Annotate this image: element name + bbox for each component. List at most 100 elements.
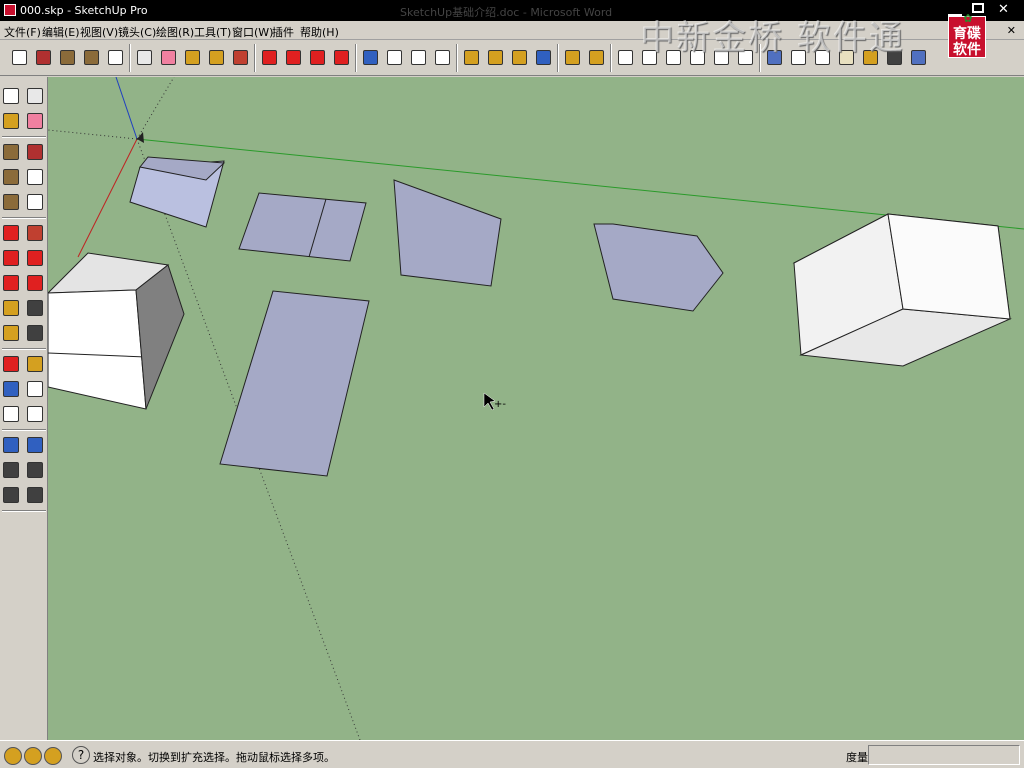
get-models-button[interactable] [484,45,507,70]
left-arc-button[interactable] [24,166,46,188]
left-zoom-button[interactable] [0,403,22,425]
move-button[interactable] [258,45,281,70]
left-section-plane-button[interactable] [24,484,46,506]
circle-icon [84,50,99,65]
left-rectangle-button[interactable] [0,141,22,163]
menu-edit[interactable]: 编辑(E) [42,24,80,40]
paint-bucket-button[interactable] [205,45,228,70]
rectangle-icon [3,144,19,160]
iso-view-button[interactable] [614,45,637,70]
drawing-viewport[interactable]: +- [48,77,1024,740]
pencil-icon [36,50,51,65]
left-offset-button[interactable] [24,272,46,294]
select-icon [12,50,27,65]
axes-origin-marker [137,132,144,143]
eraser-button[interactable] [157,45,180,70]
left-circle-button[interactable] [0,166,22,188]
geo-location-icon[interactable] [4,747,22,765]
freehand-icon [27,194,43,210]
chevron-shape[interactable] [593,223,724,312]
cube-front-face[interactable] [48,289,147,410]
share-model-button[interactable] [508,45,531,70]
push-pull-icon [233,50,248,65]
right-box-front-face[interactable] [887,213,1011,320]
close-icon[interactable]: ✕ [998,2,1009,17]
left-polygon-button[interactable] [0,191,22,213]
select-button[interactable] [8,45,31,70]
push-pull-button[interactable] [229,45,252,70]
left-text-button[interactable] [24,322,46,344]
make-component-button[interactable] [133,45,156,70]
left-line-button[interactable] [24,141,46,163]
arc-button[interactable] [104,45,127,70]
pan-button[interactable] [383,45,406,70]
tape-measure-button[interactable] [181,45,204,70]
left-make-component-button[interactable] [24,85,46,107]
menu-window[interactable]: 窗口(W) [232,24,273,40]
paint-bucket-icon [209,50,224,65]
menu-file[interactable]: 文件(F) [4,24,41,40]
watermark-text: 中新金桥 软件通 [640,18,905,58]
menu-close-icon[interactable]: ✕ [1007,24,1016,37]
toolbar-separator [355,44,357,72]
circle-button[interactable] [80,45,103,70]
google-earth-button[interactable] [532,45,555,70]
help-icon[interactable]: ? [72,746,90,764]
credits-icon[interactable] [24,747,42,765]
text-icon [27,325,43,341]
zoom-button[interactable] [407,45,430,70]
scale-icon [3,275,19,291]
polygon-icon [3,194,19,210]
left-freehand-button[interactable] [24,191,46,213]
left-position-camera-button[interactable] [0,459,22,481]
leaf-icon: ✿ [963,12,973,25]
left-axes-button[interactable] [0,353,22,375]
left-pan-button[interactable] [24,378,46,400]
left-scale-button[interactable] [0,272,22,294]
left-dimension-button[interactable] [24,297,46,319]
menu-tools[interactable]: 工具(T) [194,24,231,40]
rectangle-button[interactable] [56,45,79,70]
left-walk-button[interactable] [0,484,22,506]
left-3d-text-button[interactable] [24,353,46,375]
left-eraser-button[interactable] [24,110,46,132]
position-camera-icon [3,462,19,478]
offset-button[interactable] [330,45,353,70]
orbit-button[interactable] [359,45,382,70]
long-rectangle[interactable] [219,290,370,477]
rectangle-split[interactable] [238,192,367,262]
menu-help[interactable]: 帮助(H) [300,24,339,40]
zoom-extents-button[interactable] [431,45,454,70]
left-follow-me-button[interactable] [24,247,46,269]
add-location-button[interactable] [460,45,483,70]
left-protractor-button[interactable] [0,322,22,344]
left-previous-view-button[interactable] [24,434,46,456]
left-orbit-button[interactable] [0,378,22,400]
share-model-icon [512,50,527,65]
left-zoom-window-button[interactable] [24,403,46,425]
share-component-button[interactable] [585,45,608,70]
left-paint-bucket-button[interactable] [0,110,22,132]
quadrilateral[interactable] [393,179,502,287]
menu-plugins[interactable]: 插件 [272,24,294,40]
left-zoom-extents-button[interactable] [0,434,22,456]
get-components-button[interactable] [561,45,584,70]
display-mode-button[interactable] [907,45,930,70]
measurements-input[interactable] [868,745,1020,765]
left-push-pull-button[interactable] [24,222,46,244]
left-select-button[interactable] [0,85,22,107]
left-tape-measure-button[interactable] [0,297,22,319]
left-rotate-button[interactable] [0,247,22,269]
menu-camera[interactable]: 镜头(C) [118,24,156,40]
left-toolbar [0,77,48,740]
follow-me-button[interactable] [306,45,329,70]
user-icon[interactable] [44,747,62,765]
rotate-button[interactable] [282,45,305,70]
left-look-around-button[interactable] [24,459,46,481]
pencil-button[interactable] [32,45,55,70]
left-move-button[interactable] [0,222,22,244]
menu-view[interactable]: 视图(V) [80,24,118,40]
zoom-icon [3,406,19,422]
menu-draw[interactable]: 绘图(R) [156,24,194,40]
background-window-title: SketchUp基础介绍.doc - Microsoft Word [400,6,613,19]
